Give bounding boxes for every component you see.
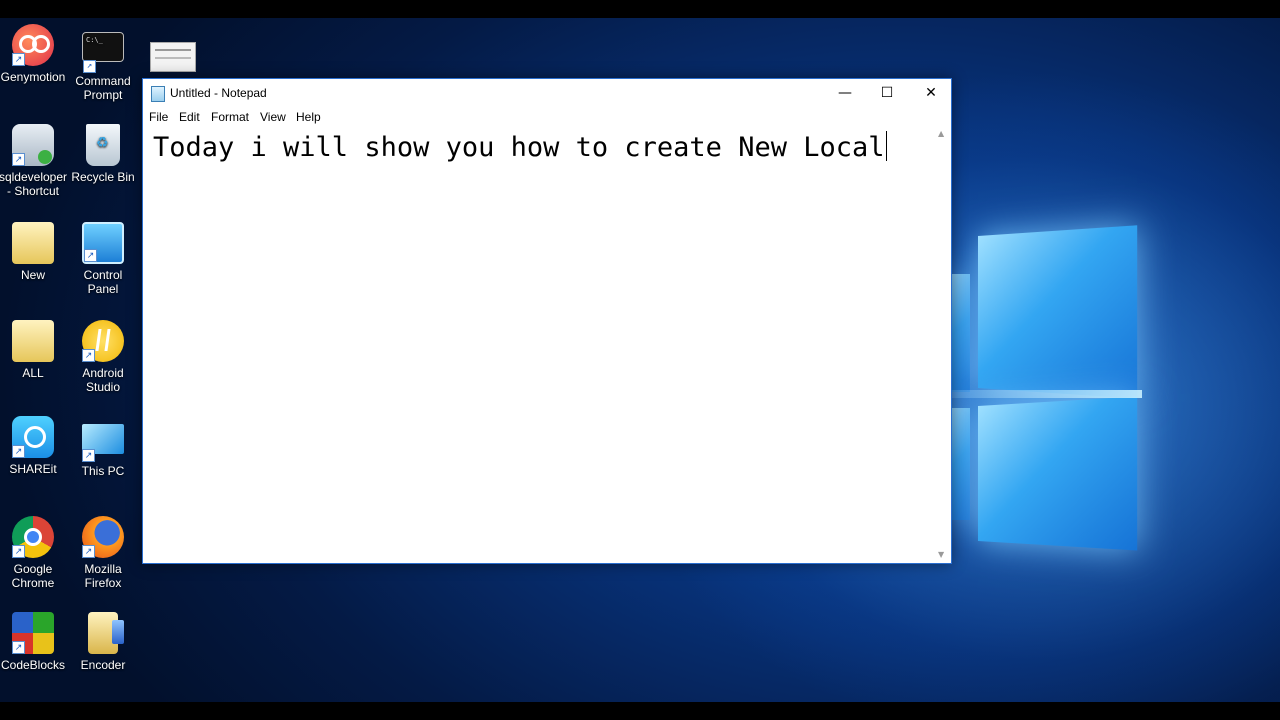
scroll-up-icon[interactable]: ▲	[938, 129, 944, 138]
menu-view[interactable]: View	[260, 110, 286, 124]
sqldeveloper-icon: ↗	[12, 124, 54, 166]
windows-logo-pane	[978, 396, 1138, 551]
desktop-icon-recycle-bin[interactable]: ♻ Recycle Bin	[68, 124, 138, 184]
desktop-icon-label: This PC	[81, 464, 125, 478]
window-title: Untitled - Notepad	[170, 86, 267, 100]
desktop-icon-this-pc[interactable]: ↗ This PC	[68, 418, 138, 478]
desktop-icon-new[interactable]: New	[0, 222, 68, 282]
encoder-icon	[88, 612, 124, 654]
menu-bar: File Edit Format View Help	[143, 107, 951, 127]
chrome-icon: ↗	[12, 516, 54, 558]
desktop-icon-sqldeveloper[interactable]: ↗ sqldeveloper - Shortcut	[0, 124, 68, 198]
menu-format[interactable]: Format	[211, 110, 249, 124]
folder-icon	[12, 320, 54, 362]
desktop-icon-label: Android Studio	[82, 366, 124, 394]
menu-edit[interactable]: Edit	[179, 110, 200, 124]
folder-icon	[12, 222, 54, 264]
close-button[interactable]: ✕	[909, 79, 953, 107]
title-bar[interactable]: Untitled - Notepad — ☐ ✕	[143, 79, 951, 107]
windows-logo-pane	[950, 274, 970, 392]
desktop-icon-genymotion[interactable]: ↗ Genymotion	[0, 24, 68, 84]
text-editor[interactable]: Today i will show you how to create New …	[143, 127, 935, 561]
desktop-icon-google-chrome[interactable]: ↗ Google Chrome	[0, 516, 68, 590]
editor-text: Today i will show you how to create New …	[153, 132, 885, 163]
menu-file[interactable]: File	[149, 110, 168, 124]
desktop-icon-label: Encoder	[80, 658, 126, 672]
desktop-file-icon[interactable]	[150, 42, 196, 72]
desktop-icon-label: CodeBlocks	[0, 658, 66, 672]
codeblocks-icon: ↗	[12, 612, 54, 654]
desktop-icon-label: sqldeveloper - Shortcut	[0, 170, 68, 198]
desktop-icon-label: Recycle Bin	[71, 170, 135, 184]
desktop-icon-mozilla-firefox[interactable]: ↗ Mozilla Firefox	[68, 516, 138, 590]
command-prompt-icon: C:\_ ↗	[82, 32, 124, 73]
desktop-icon-command-prompt[interactable]: C:\_ ↗ Command Prompt	[68, 30, 138, 102]
desktop-icon-control-panel[interactable]: ↗ Control Panel	[68, 222, 138, 296]
windows-logo-beam	[952, 390, 1142, 398]
control-panel-icon: ↗	[82, 222, 124, 264]
this-pc-icon: ↗	[82, 424, 124, 462]
recycle-bin-icon: ♻	[86, 124, 120, 166]
text-caret	[885, 131, 887, 161]
scroll-down-icon[interactable]: ▼	[938, 550, 944, 559]
desktop-icon-label: Google Chrome	[11, 562, 55, 590]
android-studio-icon: ↗	[82, 320, 124, 362]
desktop-icon-shareit[interactable]: ↗ SHAREit	[0, 416, 68, 476]
vertical-scrollbar[interactable]: ▲ ▼	[935, 127, 951, 561]
notepad-icon	[151, 86, 165, 102]
desktop-icon-label: Mozilla Firefox	[84, 562, 122, 590]
desktop-icon-android-studio[interactable]: ↗ Android Studio	[68, 320, 138, 394]
desktop-icon-label: Genymotion	[0, 70, 66, 84]
firefox-icon: ↗	[82, 516, 124, 558]
desktop-icon-label: Command Prompt	[75, 74, 131, 102]
windows-logo-pane	[950, 408, 970, 520]
desktop-icon-label: ALL	[22, 366, 44, 380]
windows-logo-pane	[978, 225, 1138, 399]
menu-help[interactable]: Help	[296, 110, 321, 124]
desktop-icon-label: New	[20, 268, 45, 282]
desktop-icon-label: Control Panel	[83, 268, 123, 296]
shareit-icon: ↗	[12, 416, 54, 458]
genymotion-icon: ↗	[12, 24, 54, 66]
desktop-icon-all[interactable]: ALL	[0, 320, 68, 380]
desktop-icon-encoder[interactable]: Encoder	[68, 612, 138, 672]
desktop-icon-codeblocks[interactable]: ↗ CodeBlocks	[0, 612, 68, 672]
minimize-button[interactable]: —	[823, 79, 867, 107]
maximize-button[interactable]: ☐	[865, 79, 909, 107]
editor-text-line[interactable]: Today i will show you how to create New …	[153, 131, 887, 163]
notepad-window[interactable]: Untitled - Notepad — ☐ ✕ File Edit Forma…	[142, 78, 952, 564]
desktop-icon-label: SHAREit	[9, 462, 57, 476]
